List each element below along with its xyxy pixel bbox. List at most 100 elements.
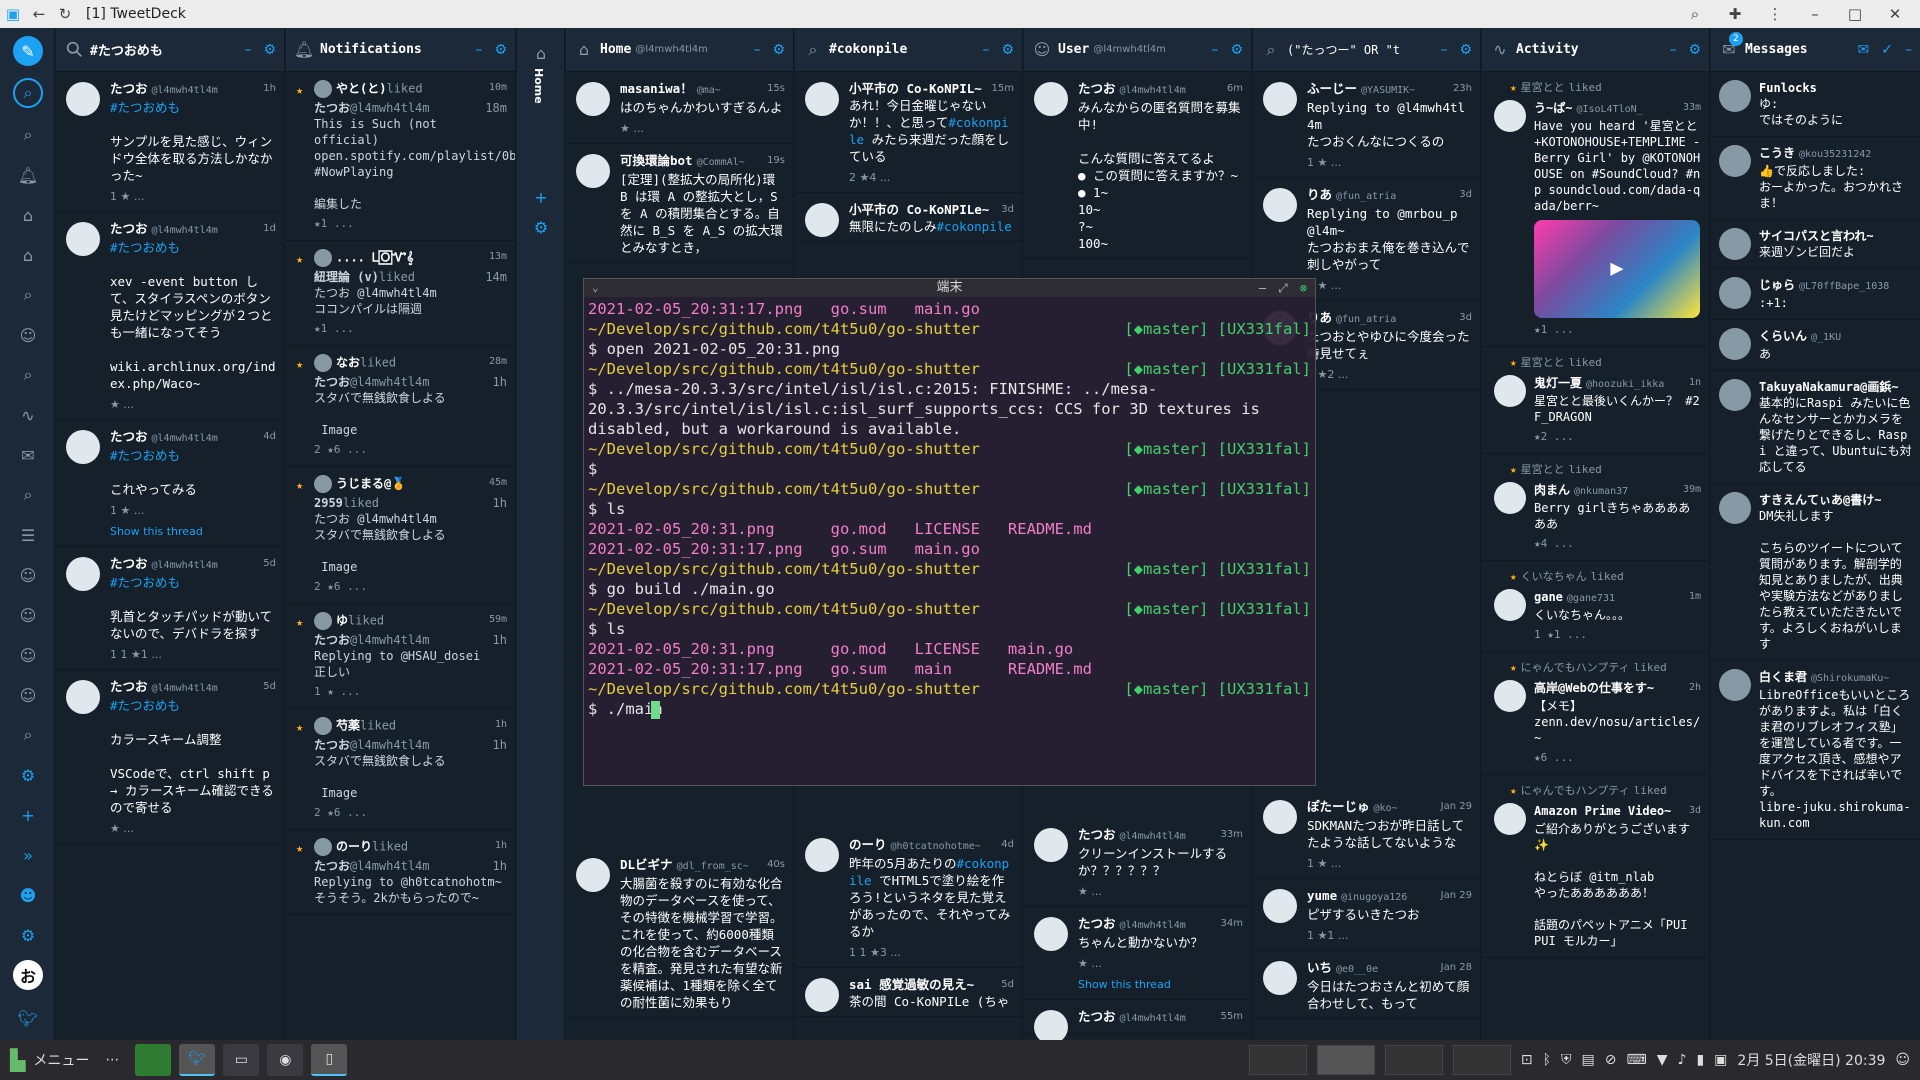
apps-grid-icon[interactable]: ⋯ <box>97 1043 127 1077</box>
tweet-actions[interactable]: 1 ★ ... <box>110 188 276 205</box>
tweet-time[interactable]: 23h <box>1453 80 1472 97</box>
chrome-icon[interactable]: ◉ <box>267 1044 304 1076</box>
activity-user[interactable]: 星宮とと <box>1521 356 1565 369</box>
avatar[interactable] <box>314 717 332 735</box>
avatar[interactable] <box>1034 917 1068 951</box>
tweet-author-handle[interactable]: @dl_from_sc~ <box>677 861 749 872</box>
tweet-author-name[interactable]: たつお <box>110 556 148 571</box>
avatar[interactable] <box>1494 482 1526 514</box>
tweet-author-handle[interactable]: @l4mwh4tl4m <box>1120 831 1186 842</box>
tweet-author-handle[interactable]: @fun_atria <box>1336 314 1396 325</box>
tweet-time[interactable]: Jan 29 <box>1441 887 1472 904</box>
avatar[interactable] <box>1263 188 1297 222</box>
expand-icon[interactable]: » <box>13 840 43 870</box>
tweet-actions[interactable]: 2 ★6 ... <box>314 442 507 458</box>
window-list-icon[interactable]: ⊡ <box>1521 1052 1533 1068</box>
avatar[interactable] <box>1719 379 1751 411</box>
notification-user[interactable]: やと(と) <box>336 82 386 96</box>
terminal-task-icon[interactable]: ▯ <box>311 1044 348 1076</box>
tweet-author-handle[interactable]: @YASUMIK~ <box>1361 85 1415 96</box>
user-icon[interactable]: ☺ <box>1895 1052 1910 1068</box>
tweet-time[interactable]: 55m <box>1221 1008 1243 1025</box>
tweet[interactable]: 33m たつお @l4mwh4tl4m クリーンインストールするか？？？？？？ ★ .… <box>1024 818 1251 907</box>
quoted-author[interactable]: たつお <box>314 859 350 873</box>
quoted-tweet[interactable]: たつお@l4mwh4tl4m 1h スタバで無銭飲食しよる Image <box>314 374 507 438</box>
tweet-time[interactable]: 1d <box>263 220 276 237</box>
avatar[interactable] <box>1719 328 1751 360</box>
column-home-icon[interactable]: ⌂ <box>13 200 43 230</box>
activity-item[interactable]: ★ 星宮とと liked 肉まん @nkuman37 39m Berry girlきちゃああ… <box>1482 454 1709 561</box>
quoted-tweet[interactable]: たつお@l4mwh4tl4m 1h Replying to @HSAU_dosei … <box>314 632 507 680</box>
new-message-icon[interactable]: ✉ <box>1858 42 1870 58</box>
settings-gear-icon[interactable]: ⚙ <box>13 920 43 950</box>
battery-icon[interactable]: ▮ <box>1696 1052 1704 1068</box>
notification-item[interactable]: ★ 13m .... Ꮮ🄾Ꮙ𝄞 紐理論 (v)liked 14m たつお @l4mwh4t… <box>286 241 515 346</box>
hashtag-link[interactable]: #cokonpile <box>937 219 1012 234</box>
notification-item[interactable]: ★ 1h 芍薬liked たつお@l4mwh4tl4m 1h スタバで無銭飲食しよる Im… <box>286 709 515 830</box>
avatar[interactable] <box>1263 82 1297 116</box>
terminal-titlebar[interactable]: ⌄ 端末 – ⤢ ⊗ <box>584 279 1315 297</box>
tweet-author-handle[interactable]: @h0tcatnohotme~ <box>891 841 981 852</box>
avatar[interactable] <box>805 978 839 1012</box>
quoted-tweet[interactable]: たつお@l4mwh4tl4m 1h スタバで無銭飲食しよる Image <box>314 737 507 801</box>
tweet-author-name[interactable]: 高岸@Webの仕事をす~ <box>1534 681 1654 695</box>
minimize-icon[interactable]: – <box>1806 5 1824 23</box>
workspace-2[interactable] <box>1316 1045 1375 1075</box>
notification-user[interactable]: うじまる@🏅 <box>336 477 406 491</box>
terminal-window[interactable]: ⌄ 端末 – ⤢ ⊗ 2021-02-05_20:31:17.png go.su… <box>583 278 1316 786</box>
activity-user[interactable]: にゃんでもハンプティ <box>1521 661 1630 674</box>
add-column-icon[interactable]: + <box>13 800 43 830</box>
activity-tweet[interactable]: 鬼灯一夏 @hoozuki_ikka 1n 星宮とと最後いくんかー？ #2F_DRAG… <box>1494 375 1701 445</box>
avatar[interactable] <box>576 82 610 116</box>
tweet-actions[interactable]: ★ ... <box>110 396 276 413</box>
tweet-author-name[interactable]: gane <box>1534 590 1563 604</box>
workspace-1[interactable] <box>1248 1045 1307 1075</box>
quoted-tweet[interactable]: たつお@l4mwh4tl4m 18m This is Such (not offic… <box>314 100 515 212</box>
tweet-author-handle[interactable]: @l4mwh4tl4m <box>152 560 218 571</box>
column-search3-icon[interactable]: ⌕ <box>13 360 43 390</box>
notification-item[interactable]: ★ 10m やと(と)liked たつお@l4mwh4tl4m 18m This is S… <box>286 72 515 241</box>
quoted-author[interactable]: 2959 <box>314 496 343 510</box>
avatar[interactable] <box>1494 375 1526 407</box>
notification-item[interactable]: ★ 59m ゆliked たつお@l4mwh4tl4m 1h Replying to @H… <box>286 604 515 709</box>
activity-tweet[interactable]: 肉まん @nkuman37 39m Berry girlきちゃああああああ ★4 ..… <box>1494 482 1701 552</box>
avatar[interactable] <box>805 203 839 237</box>
avatar[interactable] <box>314 80 332 98</box>
column-notifications-icon[interactable]: 🔔︎ <box>13 160 43 190</box>
display-icon[interactable]: ▣ <box>1714 1052 1727 1068</box>
extensions-icon[interactable]: ✚ <box>1726 5 1744 23</box>
tweet-author-handle[interactable]: @hoozuki_ikka <box>1586 379 1664 390</box>
activity-item[interactable]: ★ 星宮とと liked 鬼灯一夏 @hoozuki_ikka 1n 星宮とと最後いくんかー… <box>1482 347 1709 454</box>
collapse-icon[interactable]: – <box>1440 42 1447 58</box>
collapse-icon[interactable]: – <box>753 42 760 58</box>
avatar[interactable] <box>1494 100 1526 132</box>
column-options-icon[interactable]: ⚙ <box>1001 42 1014 58</box>
tweet-author-name[interactable]: のーり <box>849 837 887 852</box>
avatar[interactable] <box>1263 961 1297 995</box>
notification-item[interactable]: ★ 45m うじまる@🏅 2959liked 1h たつお @l4mwh4tl4m スタバ… <box>286 467 515 604</box>
activity-tweet[interactable]: 高岸@Webの仕事をす~ 2h 【メモ】 zenn.dev/nosu/article… <box>1494 680 1701 766</box>
activity-item[interactable]: ★ 星宮とと liked う~ぱ~ @IsoL4TloN_ 33m Have you hea… <box>1482 72 1709 347</box>
tweet-author-handle[interactable]: @ko~ <box>1374 803 1398 814</box>
column-options-icon[interactable]: ⚙ <box>1688 42 1701 58</box>
tweet[interactable]: Jan 28 いち @e0__0e 今日はたつおさんと初めて顔合わせして、もって <box>1253 951 1480 1019</box>
options-icon[interactable]: ⚙ <box>526 212 556 242</box>
tweet-actions[interactable]: ★ ... <box>1078 955 1243 972</box>
tweet-author-name[interactable]: sai 感覚過敏の見え~ <box>849 977 974 992</box>
notification-item[interactable]: ★ 28m なおliked たつお@l4mwh4tl4m 1h スタバで無銭飲食しよる I… <box>286 346 515 467</box>
tweet[interactable]: 55m たつお @l4mwh4tl4m <box>1024 1000 1251 1040</box>
tweet-author-name[interactable]: ふーじー <box>1307 81 1357 96</box>
mark-read-icon[interactable]: ✓ <box>1881 42 1893 58</box>
column-user3-icon[interactable]: ☺ <box>13 600 43 630</box>
column-user5-icon[interactable]: ☺ <box>13 680 43 710</box>
avatar[interactable] <box>66 82 100 116</box>
tweet-author-handle[interactable]: @l4mwh4tl4m <box>152 85 218 96</box>
quoted-tweet[interactable]: 紐理論 (v)liked 14m たつお @l4mwh4tl4m ココンパイルは隔週 <box>314 269 507 317</box>
column-search-icon[interactable]: ⌕ <box>13 120 43 150</box>
accounts-icon[interactable]: ☻ <box>13 880 43 910</box>
column-lists-icon[interactable]: ☰ <box>13 520 43 550</box>
tweet-actions[interactable]: 1 1 ★1 ... <box>110 646 276 663</box>
collapse-icon[interactable]: – <box>1669 42 1676 58</box>
avatar[interactable] <box>66 557 100 591</box>
terminal-menu-icon[interactable]: ⌄ <box>592 278 599 298</box>
